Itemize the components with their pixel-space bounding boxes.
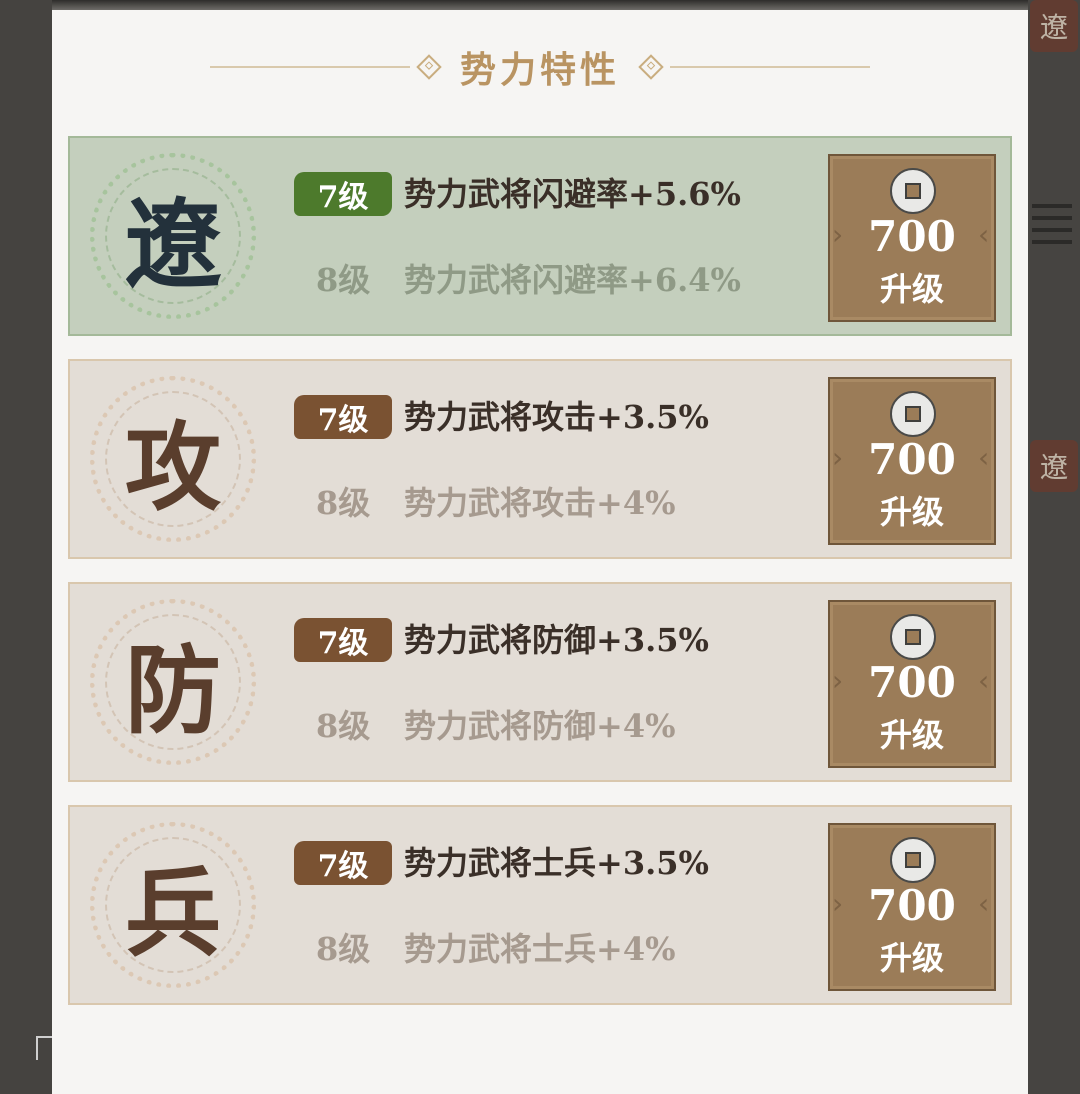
current-effect-text: 势力武将闪避率+5.6% [404, 175, 741, 213]
upgrade-button[interactable]: › ‹ 700 升级 [828, 823, 996, 991]
trait-card-dodge: 遼 7级 势力武将闪避率+5.6% 8级 势力武将闪避率+6.4% › ‹ 70… [68, 136, 1012, 336]
upgrade-button-label: 升级 [879, 270, 944, 308]
trait-emblem-char: 攻 [125, 410, 221, 524]
trait-emblem-char: 防 [125, 633, 221, 747]
diamond-ornament-icon [416, 54, 442, 80]
background-stripe [1032, 204, 1072, 208]
current-level-badge: 7级 [294, 172, 392, 216]
current-level-badge: 7级 [294, 395, 392, 439]
current-level-badge: 7级 [294, 841, 392, 885]
next-level-text: 8级 [316, 261, 371, 299]
panel-title: 势力特性 [460, 49, 621, 91]
panel-title-row: 势力特性 [210, 40, 871, 94]
upgrade-cost: 700 [868, 435, 956, 484]
current-effect-text: 势力武将士兵+3.5% [404, 844, 709, 882]
faction-traits-panel: 势力特性 遼 7级 势力武将闪避率+5.6% 8级 势力武将闪避率+6.4% ›… [52, 0, 1028, 1094]
background-stripe [1032, 240, 1072, 244]
trait-card-defense: 防 7级 势力武将防御+3.5% 8级 势力武将防御+4% › ‹ 700 升级 [68, 582, 1012, 782]
trait-card-attack: 攻 7级 势力武将攻击+3.5% 8级 势力武将攻击+4% › ‹ 700 升级 [68, 359, 1012, 559]
title-divider-left [210, 66, 410, 68]
copper-coin-icon [890, 614, 936, 660]
background-corner-mark [36, 1036, 52, 1060]
upgrade-button[interactable]: › ‹ 700 升级 [828, 377, 996, 545]
trait-emblem-char: 兵 [125, 856, 221, 970]
copper-coin-icon [890, 391, 936, 437]
current-level-badge: 7级 [294, 618, 392, 662]
current-effect-text: 势力武将防御+3.5% [404, 621, 709, 659]
upgrade-button-label: 升级 [879, 939, 944, 977]
upgrade-button-label: 升级 [879, 716, 944, 754]
current-effect-text: 势力武将攻击+3.5% [404, 398, 709, 436]
background-stripe [1032, 216, 1072, 220]
upgrade-cost: 700 [868, 212, 956, 261]
panel-top-edge [52, 0, 1028, 10]
next-effect-text: 势力武将闪避率+6.4% [404, 261, 741, 299]
next-level-text: 8级 [316, 930, 371, 968]
next-level-text: 8级 [316, 484, 371, 522]
next-effect-text: 势力武将士兵+4% [404, 930, 676, 968]
upgrade-button-label: 升级 [879, 493, 944, 531]
background-stripe [1032, 228, 1072, 232]
upgrade-cost: 700 [868, 658, 956, 707]
trait-emblem-char: 遼 [125, 187, 221, 301]
title-divider-right [670, 66, 871, 68]
background-right-edge: 遼 遼 [1028, 0, 1080, 1094]
copper-coin-icon [890, 837, 936, 883]
next-level-text: 8级 [316, 707, 371, 745]
trait-emblem: 遼 [90, 153, 256, 319]
next-effect-text: 势力武将防御+4% [404, 707, 676, 745]
trait-emblem: 攻 [90, 376, 256, 542]
upgrade-cost: 700 [868, 881, 956, 930]
next-effect-text: 势力武将攻击+4% [404, 484, 676, 522]
background-seal-middle: 遼 [1030, 440, 1078, 492]
trait-emblem: 兵 [90, 822, 256, 988]
background-left-edge [0, 0, 52, 1094]
diamond-ornament-icon [638, 54, 664, 80]
upgrade-button[interactable]: › ‹ 700 升级 [828, 600, 996, 768]
trait-card-soldiers: 兵 7级 势力武将士兵+3.5% 8级 势力武将士兵+4% › ‹ 700 升级 [68, 805, 1012, 1005]
copper-coin-icon [890, 168, 936, 214]
background-seal-top: 遼 [1030, 0, 1078, 52]
upgrade-button[interactable]: › ‹ 700 升级 [828, 154, 996, 322]
trait-emblem: 防 [90, 599, 256, 765]
